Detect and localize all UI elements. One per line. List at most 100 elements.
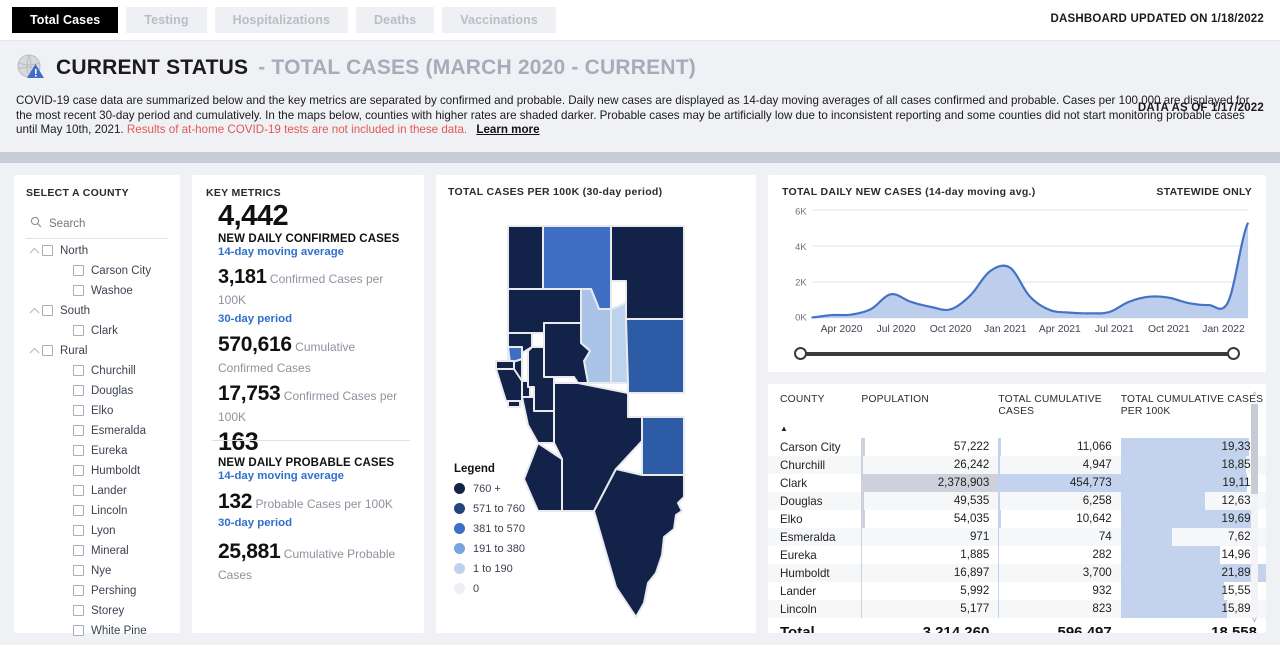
globe-warning-icon bbox=[16, 53, 46, 83]
tree-group-rural[interactable]: Rural bbox=[26, 341, 168, 361]
cell-county: Lander bbox=[768, 582, 861, 600]
cell-population: 49,535 bbox=[861, 492, 998, 510]
tree-item-storey[interactable]: Storey bbox=[26, 601, 168, 621]
checkbox-douglas[interactable] bbox=[73, 385, 84, 396]
legend-swatch bbox=[454, 503, 465, 514]
tree-item-carson-city[interactable]: Carson City bbox=[26, 261, 168, 281]
tab-deaths[interactable]: Deaths bbox=[356, 7, 434, 33]
tree-item-label: Lyon bbox=[91, 525, 116, 537]
slider-track[interactable] bbox=[802, 352, 1232, 356]
slider-handle-end[interactable] bbox=[1227, 347, 1240, 360]
table-row[interactable]: Churchill26,2424,94718,851 bbox=[768, 456, 1266, 474]
checkbox-rural[interactable] bbox=[42, 345, 53, 356]
checkbox-pershing[interactable] bbox=[73, 585, 84, 596]
search-row[interactable] bbox=[26, 207, 168, 239]
total-population: 3,214,260 bbox=[861, 618, 998, 633]
legend-swatch bbox=[454, 483, 465, 494]
cell-county: Douglas bbox=[768, 492, 861, 510]
table-row[interactable]: Clark2,378,903454,77319,117 bbox=[768, 474, 1266, 492]
col-header-county[interactable]: COUNTY bbox=[768, 394, 861, 420]
table-row[interactable]: Eureka1,88528214,960 bbox=[768, 546, 1266, 564]
chart-date-range-slider[interactable] bbox=[794, 346, 1240, 362]
checkbox-north[interactable] bbox=[42, 245, 53, 256]
col-header-cases-per-100k[interactable]: TOTAL CUMULATIVE CASES PER 100K bbox=[1121, 394, 1266, 420]
scroll-thumb[interactable] bbox=[1251, 404, 1258, 494]
tree-group-label: North bbox=[60, 245, 88, 257]
scroll-up-icon[interactable]: ^ bbox=[1249, 390, 1260, 400]
checkbox-clark[interactable] bbox=[73, 325, 84, 336]
checkbox-nye[interactable] bbox=[73, 565, 84, 576]
checkbox-churchill[interactable] bbox=[73, 365, 84, 376]
checkbox-mineral[interactable] bbox=[73, 545, 84, 556]
table-row[interactable]: Lander5,99293215,554 bbox=[768, 582, 1266, 600]
search-input[interactable] bbox=[49, 218, 159, 230]
chevron-up-icon[interactable] bbox=[26, 347, 42, 354]
table-row[interactable]: Lincoln5,17782315,897 bbox=[768, 600, 1266, 618]
tree-item-humboldt[interactable]: Humboldt bbox=[26, 461, 168, 481]
county-selector-panel: SELECT A COUNTY North Carson City bbox=[14, 175, 180, 633]
chart-plot-area[interactable]: 0K2K4K6KApr 2020Jul 2020Oct 2020Jan 2021… bbox=[782, 204, 1252, 340]
col-header-total-cases[interactable]: TOTAL CUMULATIVE CASES bbox=[998, 394, 1120, 420]
checkbox-humboldt[interactable] bbox=[73, 465, 84, 476]
tree-item-churchill[interactable]: Churchill bbox=[26, 361, 168, 381]
tree-item-elko[interactable]: Elko bbox=[26, 401, 168, 421]
col-header-population[interactable]: POPULATION bbox=[861, 394, 998, 420]
tree-item-washoe[interactable]: Washoe bbox=[26, 281, 168, 301]
checkbox-storey[interactable] bbox=[73, 605, 84, 616]
tree-item-mineral[interactable]: Mineral bbox=[26, 541, 168, 561]
tree-item-eureka[interactable]: Eureka bbox=[26, 441, 168, 461]
map-panel: TOTAL CASES PER 100K (30-day period) bbox=[436, 175, 756, 633]
checkbox-white-pine[interactable] bbox=[73, 625, 84, 636]
tree-item-lincoln[interactable]: Lincoln bbox=[26, 501, 168, 521]
tree-group-north[interactable]: North bbox=[26, 241, 168, 261]
cell-county: Esmeralda bbox=[768, 528, 861, 546]
scroll-down-icon[interactable]: ˅ bbox=[1249, 615, 1260, 625]
cell-total-cases: 11,066 bbox=[998, 438, 1120, 456]
cumulative-probable-row: 25,881 Cumulative Probable Cases bbox=[206, 541, 410, 586]
tree-item-douglas[interactable]: Douglas bbox=[26, 381, 168, 401]
tab-vaccinations[interactable]: Vaccinations bbox=[442, 7, 556, 33]
checkbox-esmeralda[interactable] bbox=[73, 425, 84, 436]
checkbox-elko[interactable] bbox=[73, 405, 84, 416]
checkbox-carson-city[interactable] bbox=[73, 265, 84, 276]
new-daily-probable-value: 163 bbox=[206, 428, 410, 457]
legend-item: 571 to 760 bbox=[454, 503, 525, 515]
table-row[interactable]: Douglas49,5356,25812,633 bbox=[768, 492, 1266, 510]
cell-total-cases: 823 bbox=[998, 600, 1120, 618]
table-row[interactable]: Carson City57,22211,06619,339 bbox=[768, 438, 1266, 456]
checkbox-lander[interactable] bbox=[73, 485, 84, 496]
checkbox-lyon[interactable] bbox=[73, 525, 84, 536]
checkbox-eureka[interactable] bbox=[73, 445, 84, 456]
legend-label: 191 to 380 bbox=[473, 543, 525, 555]
tree-group-south[interactable]: South bbox=[26, 301, 168, 321]
tab-total-cases[interactable]: Total Cases bbox=[12, 7, 118, 33]
tab-hospitalizations[interactable]: Hospitalizations bbox=[215, 7, 348, 33]
tree-item-lyon[interactable]: Lyon bbox=[26, 521, 168, 541]
chevron-up-icon[interactable] bbox=[26, 307, 42, 314]
legend-swatch bbox=[454, 563, 465, 574]
tree-item-lander[interactable]: Lander bbox=[26, 481, 168, 501]
cell-cases-per-100k: 18,851 bbox=[1121, 456, 1266, 474]
confirmed-per100k-row: 3,181 Confirmed Cases per 100K bbox=[206, 267, 410, 311]
legend-swatch bbox=[454, 583, 465, 594]
tree-item-nye[interactable]: Nye bbox=[26, 561, 168, 581]
tree-item-label: Eureka bbox=[91, 445, 127, 457]
table-scrollbar[interactable]: ^ ˅ bbox=[1249, 390, 1260, 625]
slider-handle-start[interactable] bbox=[794, 347, 807, 360]
tree-item-pershing[interactable]: Pershing bbox=[26, 581, 168, 601]
cell-population: 26,242 bbox=[861, 456, 998, 474]
learn-more-link[interactable]: Learn more bbox=[476, 123, 539, 136]
checkbox-lincoln[interactable] bbox=[73, 505, 84, 516]
new-daily-confirmed-note: 14-day moving average bbox=[206, 246, 410, 258]
chevron-up-icon[interactable] bbox=[26, 247, 42, 254]
tab-testing[interactable]: Testing bbox=[126, 7, 206, 33]
checkbox-washoe[interactable] bbox=[73, 285, 84, 296]
tree-item-white-pine[interactable]: White Pine bbox=[26, 621, 168, 641]
table-row[interactable]: Elko54,03510,64219,695 bbox=[768, 510, 1266, 528]
svg-text:Apr 2020: Apr 2020 bbox=[821, 324, 863, 335]
checkbox-south[interactable] bbox=[42, 305, 53, 316]
tree-item-esmeralda[interactable]: Esmeralda bbox=[26, 421, 168, 441]
table-row[interactable]: Esmeralda971747,621 bbox=[768, 528, 1266, 546]
table-row[interactable]: Humboldt16,8973,70021,897 bbox=[768, 564, 1266, 582]
tree-item-clark[interactable]: Clark bbox=[26, 321, 168, 341]
